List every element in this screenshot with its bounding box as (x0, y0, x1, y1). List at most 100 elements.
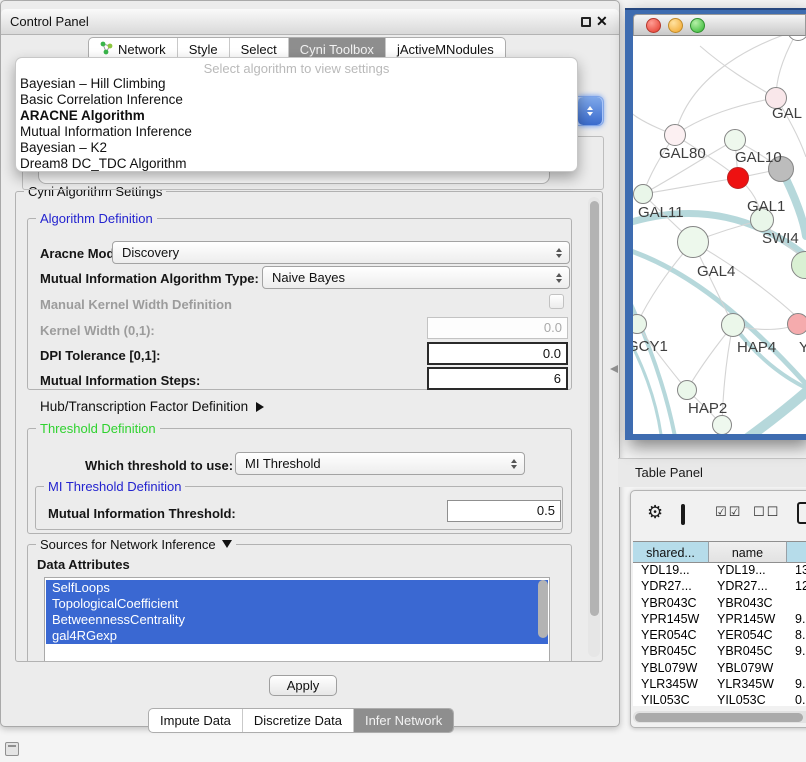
algorithm-option-mutual-information-inference[interactable]: Mutual Information Inference (16, 124, 577, 140)
network-node[interactable] (727, 167, 749, 189)
table-cell: YLR345W (709, 677, 787, 693)
gear-icon[interactable]: ⚙ (647, 502, 663, 523)
table-row[interactable]: YDL19...YDL19...13 (633, 563, 806, 579)
table-cell: YBR043C (709, 596, 787, 612)
network-node[interactable] (664, 124, 686, 146)
table-header-row: shared...nameA (633, 541, 806, 563)
table-cell: YIL053C (633, 693, 709, 706)
table-rows[interactable]: YDL19...YDL19...13YDR27...YDR27...12YBR0… (633, 563, 806, 706)
table-row[interactable]: YBL079WYBL079W (633, 661, 806, 677)
table-cell: YDL19... (633, 563, 709, 579)
desktop: Control Panel ✕ NetworkStyleSelectCyni T… (0, 0, 806, 762)
tab-label: Discretize Data (254, 713, 342, 728)
table-cell: YLR345W (633, 677, 709, 693)
network-node[interactable] (677, 380, 697, 400)
table-row[interactable]: YPR145WYPR145W9. (633, 612, 806, 628)
close-traffic-light[interactable] (646, 18, 661, 33)
node-label-gal11: GAL11 (638, 204, 684, 221)
mi-threshold-field[interactable]: 0.5 (447, 500, 561, 522)
network-node[interactable] (677, 226, 709, 258)
table-row[interactable]: YLR345WYLR345W9. (633, 677, 806, 693)
settings-scrollbar-thumb[interactable] (590, 201, 599, 616)
algorithm-dropdown-prompt: Select algorithm to view settings (16, 61, 577, 76)
table-row[interactable]: YDR27...YDR27...12 (633, 579, 806, 595)
float-panel-icon[interactable] (581, 17, 591, 27)
dpi-tolerance-field[interactable]: 0.0 (427, 342, 568, 365)
network-canvas[interactable]: GALGAL80GAL10GAL11GAL1SWI4GAL4GCY1HAP4YH… (633, 36, 806, 434)
table-row[interactable]: YER054CYER054C8. (633, 628, 806, 644)
table-row[interactable]: YBR043CYBR043C (633, 596, 806, 612)
table-scrollbar-thumb[interactable] (635, 713, 803, 722)
node-label-hap2: HAP2 (688, 400, 727, 417)
select-all-columns-icon[interactable]: ☑☑ (715, 505, 742, 520)
network-node[interactable] (721, 313, 745, 337)
table-row[interactable]: YIL053CYIL053C0. (633, 693, 806, 706)
tab-label: Infer Network (365, 713, 442, 728)
network-window-titlebar[interactable] (633, 14, 806, 36)
tab-impute-data[interactable]: Impute Data (149, 709, 242, 732)
expand-arrow-icon (222, 540, 232, 548)
table-horizontal-scrollbar[interactable] (633, 711, 806, 723)
minimized-panel-icon[interactable] (5, 742, 19, 756)
manual-kernel-label: Manual Kernel Width Definition (40, 297, 232, 312)
zoom-traffic-light[interactable] (690, 18, 705, 33)
mi-type-combo[interactable]: Naive Bayes (262, 266, 570, 289)
control-panel-titlebar[interactable] (1, 9, 619, 35)
algorithm-option-dream8-dc-tdc-algorithm[interactable]: Dream8 DC_TDC Algorithm (16, 156, 577, 172)
tab-infer-network[interactable]: Infer Network (353, 709, 453, 732)
mi-steps-field[interactable]: 6 (427, 367, 568, 390)
network-node[interactable] (724, 129, 746, 151)
close-icon[interactable]: ✕ (596, 13, 608, 30)
algorithm-option-bayesian-hill-climbing[interactable]: Bayesian – Hill Climbing (16, 76, 577, 92)
minimize-traffic-light[interactable] (668, 18, 683, 33)
which-threshold-combo[interactable]: MI Threshold (235, 452, 525, 475)
column-header-name[interactable]: name (709, 541, 787, 563)
table-cell (787, 661, 806, 677)
tab-label: Impute Data (160, 713, 231, 728)
which-threshold-value: MI Threshold (245, 456, 506, 471)
node-label-gal1: GAL1 (747, 198, 785, 215)
algorithm-option-bayesian-k2[interactable]: Bayesian – K2 (16, 140, 577, 156)
attribute-item-gal4rgexp[interactable]: gal4RGexp (46, 628, 548, 644)
tab-discretize-data[interactable]: Discretize Data (242, 709, 353, 732)
network-node[interactable] (712, 415, 732, 434)
attributes-scrollbar-thumb[interactable] (538, 580, 548, 638)
node-label-swi4: SWI4 (762, 230, 799, 247)
table-cell: YBR045C (633, 644, 709, 660)
algorithm-combo-stepper[interactable] (578, 97, 602, 125)
attribute-item-topologicalcoefficient[interactable]: TopologicalCoefficient (46, 596, 548, 612)
deselect-all-columns-icon[interactable]: ☐☐ (753, 505, 780, 520)
apply-button[interactable]: Apply (269, 675, 337, 696)
mi-type-label: Mutual Information Algorithm Type: (40, 271, 259, 286)
settings-scrollbar[interactable] (588, 197, 600, 657)
kernel-width-field: 0.0 (427, 317, 568, 339)
column-header-shared[interactable]: shared... (633, 541, 709, 563)
mi-threshold-label: Mutual Information Threshold: (48, 506, 236, 521)
tab-label: Cyni Toolbox (300, 42, 374, 57)
tab-label: Style (189, 42, 218, 57)
algorithm-option-basic-correlation-inference[interactable]: Basic Correlation Inference (16, 92, 577, 108)
table-cell: YBL079W (633, 661, 709, 677)
node-label-gal4: GAL4 (697, 263, 735, 280)
sources-title-row[interactable]: Sources for Network Inference (36, 537, 236, 552)
algorithm-option-aracne-algorithm[interactable]: ARACNE Algorithm (16, 108, 577, 124)
aracne-mode-combo[interactable]: Discovery (112, 241, 570, 264)
attribute-item-selfloops[interactable]: SelfLoops (46, 580, 548, 596)
data-attributes-label: Data Attributes (37, 557, 130, 572)
table-cell: YPR145W (709, 612, 787, 628)
column-header-a[interactable]: A (787, 541, 806, 563)
column-browser-icon[interactable] (681, 504, 685, 525)
stepper-icon (551, 273, 566, 283)
table-cell: YDL19... (709, 563, 787, 579)
table-row[interactable]: YBR045CYBR045C9. (633, 644, 806, 660)
network-icon (100, 41, 113, 58)
network-node[interactable] (633, 184, 653, 204)
manual-kernel-checkbox[interactable] (549, 294, 564, 309)
data-attributes-list[interactable]: SelfLoopsTopologicalCoefficientBetweenne… (44, 577, 550, 661)
network-node[interactable] (787, 313, 806, 335)
which-threshold-label: Which threshold to use: (85, 458, 233, 473)
attribute-item-betweennesscentrality[interactable]: BetweennessCentrality (46, 612, 548, 628)
hub-section-toggle[interactable]: Hub/Transcription Factor Definition (40, 399, 264, 414)
table-cell: 13 (787, 563, 806, 579)
new-table-icon[interactable] (797, 502, 806, 524)
